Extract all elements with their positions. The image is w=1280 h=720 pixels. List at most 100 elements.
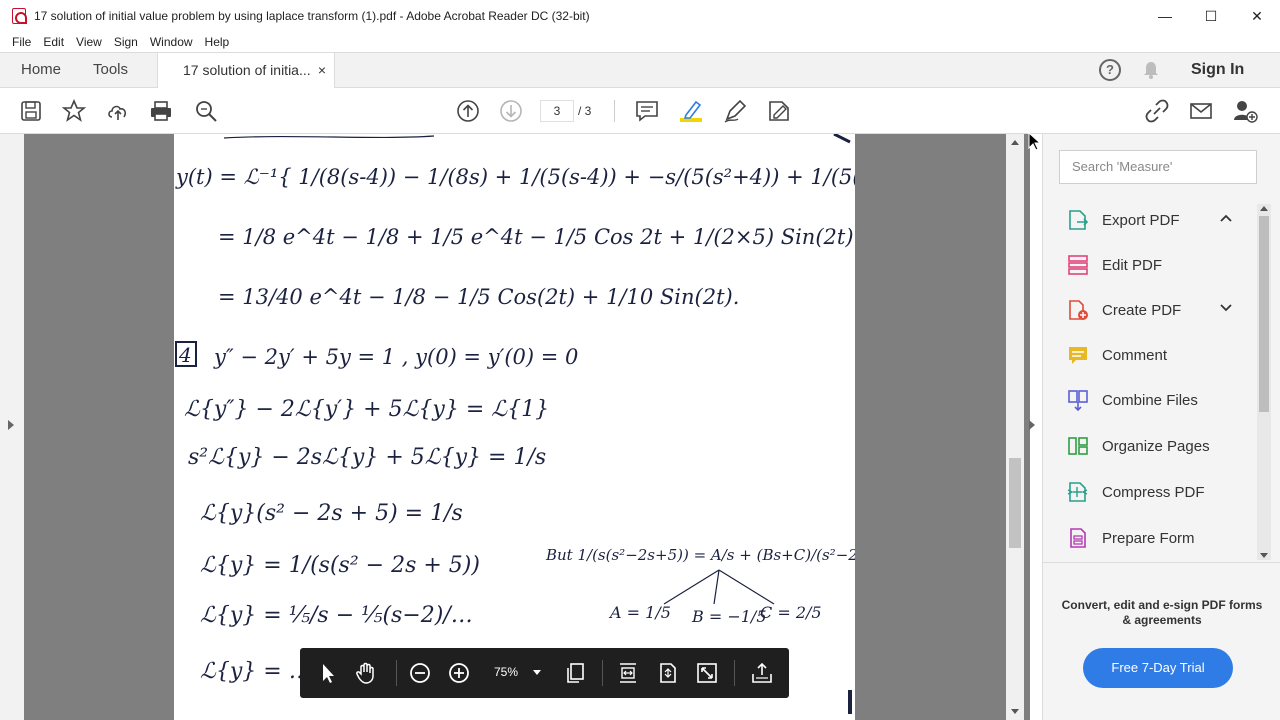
zoom-dropdown-icon[interactable] <box>533 670 541 675</box>
collapse-right-panel-icon[interactable] <box>1029 420 1035 430</box>
full-screen-icon[interactable] <box>695 661 719 685</box>
close-window-button[interactable]: ✕ <box>1234 0 1280 32</box>
promo-text: Convert, edit and e-sign PDF forms & agr… <box>1061 598 1263 627</box>
create-pdf-icon <box>1069 300 1088 320</box>
tab-tools[interactable]: Tools <box>93 53 128 87</box>
doc-step-2: s²ℒ{y} − 2sℒ{y} + 5ℒ{y} = 1/s <box>188 445 546 470</box>
menu-window[interactable]: Window <box>144 35 199 49</box>
zoom-out-icon[interactable] <box>408 661 432 685</box>
doc-step-6: ℒ{y} = … <box>200 659 311 684</box>
help-icon[interactable]: ? <box>1099 59 1121 81</box>
tool-compress-pdf[interactable]: Compress PDF <box>1067 476 1267 508</box>
document-viewport[interactable]: y(t) = ℒ⁻¹{ 1/(8(s-4)) − 1/(8s) + 1/(5(s… <box>0 134 1030 720</box>
tools-pane: Search 'Measure' Export PDF Edit PDF Cre… <box>1042 134 1280 720</box>
sign-in-button[interactable]: Sign In <box>1191 53 1244 87</box>
tab-close-icon[interactable]: × <box>318 53 326 87</box>
float-divider <box>602 660 603 686</box>
free-trial-button[interactable]: Free 7-Day Trial <box>1083 648 1233 688</box>
doc-step-4: ℒ{y} = 1/(s(s² − 2s + 5)) <box>200 553 480 578</box>
tool-create-pdf[interactable]: Create PDF <box>1067 294 1267 326</box>
page-view-icon[interactable] <box>564 661 588 685</box>
bookmark-star-icon[interactable] <box>61 98 87 124</box>
tool-label: Create PDF <box>1102 301 1182 319</box>
tab-home[interactable]: Home <box>21 53 61 87</box>
tool-label: Comment <box>1102 346 1168 364</box>
menu-file[interactable]: File <box>6 35 37 49</box>
window-title: 17 solution of initial value problem by … <box>34 9 590 23</box>
floating-page-toolbar: 75% <box>300 648 789 698</box>
fit-page-icon[interactable] <box>656 661 680 685</box>
title-bar: 17 solution of initial value problem by … <box>0 0 1280 32</box>
doc-line-1: y(t) = ℒ⁻¹{ 1/(8(s-4)) − 1/(8s) + 1/(5(s… <box>175 165 855 189</box>
save-icon[interactable] <box>18 98 44 124</box>
window-controls: — ☐ ✕ <box>1142 0 1280 32</box>
tools-scrollbar[interactable] <box>1257 204 1271 560</box>
share-link-icon[interactable] <box>1144 98 1170 124</box>
next-page-icon[interactable] <box>498 98 524 124</box>
left-panel-toggle[interactable] <box>0 134 24 720</box>
chevron-up-icon[interactable] <box>1220 213 1232 223</box>
add-user-icon[interactable] <box>1232 98 1258 124</box>
combine-files-icon <box>1068 390 1088 411</box>
tools-search-input[interactable]: Search 'Measure' <box>1059 150 1257 184</box>
export-pdf-icon <box>1069 210 1089 230</box>
tools-scroll-thumb[interactable] <box>1259 216 1269 412</box>
select-cursor-icon[interactable] <box>316 661 340 685</box>
tool-label: Edit PDF <box>1102 256 1163 274</box>
compress-pdf-icon <box>1067 482 1088 502</box>
print-icon[interactable] <box>148 98 174 124</box>
comment-tool-icon <box>1069 347 1087 364</box>
tools-scroll-up-icon[interactable] <box>1260 206 1268 211</box>
share-export-icon[interactable] <box>750 661 774 685</box>
tab-document[interactable]: 17 solution of initia... × <box>157 53 335 89</box>
tool-label: Combine Files <box>1102 391 1198 409</box>
mouse-cursor-icon <box>1028 132 1042 151</box>
float-divider <box>396 660 397 686</box>
tool-comment[interactable]: Comment <box>1067 339 1267 371</box>
tool-export-pdf[interactable]: Export PDF <box>1067 204 1267 236</box>
scroll-up-icon[interactable] <box>1011 140 1019 145</box>
previous-page-icon[interactable] <box>455 98 481 124</box>
tool-prepare-form[interactable]: Prepare Form <box>1067 522 1267 554</box>
scroll-down-icon[interactable] <box>1011 709 1019 714</box>
expand-left-panel-icon[interactable] <box>8 420 14 430</box>
tool-combine-files[interactable]: Combine Files <box>1067 384 1267 416</box>
menu-view[interactable]: View <box>70 35 108 49</box>
tool-edit-pdf[interactable]: Edit PDF <box>1067 249 1267 281</box>
comment-icon[interactable] <box>634 98 660 124</box>
fit-width-icon[interactable] <box>616 661 640 685</box>
chevron-down-icon[interactable] <box>1220 303 1232 313</box>
draw-pen-icon[interactable] <box>722 98 748 124</box>
fill-sign-icon[interactable] <box>766 98 792 124</box>
tool-organize-pages[interactable]: Organize Pages <box>1067 430 1267 462</box>
page-number-input[interactable]: 3 <box>540 100 574 122</box>
menu-bar: File Edit View Sign Window Help <box>0 32 1280 52</box>
doc-side-note: But 1/(s(s²−2s+5)) = A/s + (Bs+C)/(s²−2s… <box>545 546 855 564</box>
doc-side-a: A = 1/5 <box>608 603 671 622</box>
highlighter-icon[interactable] <box>678 98 704 124</box>
tool-label: Organize Pages <box>1102 437 1210 455</box>
zoom-in-icon[interactable] <box>447 661 471 685</box>
maximize-button[interactable]: ☐ <box>1188 0 1234 32</box>
doc-line-3: = 13/40 e^4t − 1/8 − 1/5 Cos(2t) + 1/10 … <box>218 285 739 309</box>
zoom-search-icon[interactable] <box>193 98 219 124</box>
notification-bell-icon[interactable] <box>1143 61 1159 79</box>
tab-bar: Home Tools 17 solution of initia... × ? … <box>0 52 1280 89</box>
zoom-level[interactable]: 75% <box>494 665 518 679</box>
menu-edit[interactable]: Edit <box>37 35 70 49</box>
problem-number: 4 <box>178 343 192 367</box>
menu-help[interactable]: Help <box>199 35 236 49</box>
document-scroll-thumb[interactable] <box>1009 458 1021 548</box>
hand-pan-icon[interactable] <box>354 661 378 685</box>
float-divider <box>734 660 735 686</box>
minimize-button[interactable]: — <box>1142 0 1188 32</box>
toolbar-divider <box>614 100 615 122</box>
email-icon[interactable] <box>1188 98 1214 124</box>
tools-scroll-down-icon[interactable] <box>1260 553 1268 558</box>
document-scrollbar[interactable] <box>1006 134 1024 720</box>
upload-cloud-icon[interactable] <box>105 98 131 124</box>
pdf-page: y(t) = ℒ⁻¹{ 1/(8(s-4)) − 1/(8s) + 1/(5(s… <box>174 134 855 720</box>
page-total: / 3 <box>578 104 592 118</box>
menu-sign[interactable]: Sign <box>108 35 144 49</box>
tools-divider <box>1043 562 1280 563</box>
